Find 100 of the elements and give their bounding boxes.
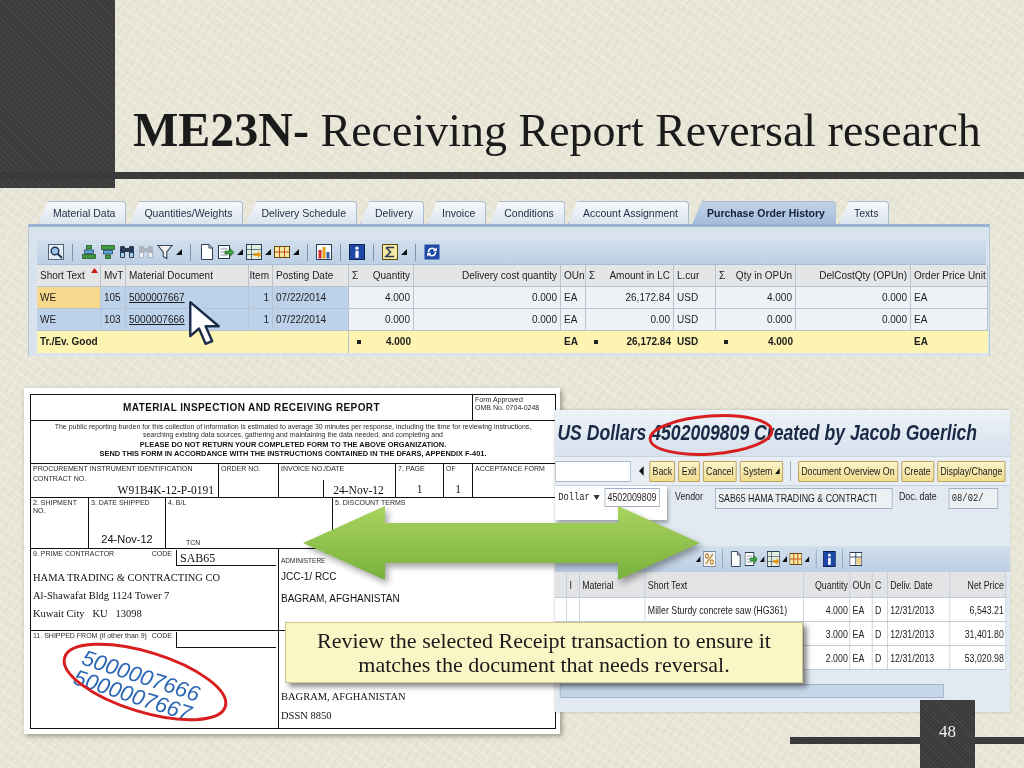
total-value: 26,172.84	[626, 337, 671, 347]
sum-icon[interactable]	[382, 244, 398, 260]
funnel-icon[interactable]	[157, 244, 173, 260]
document-link[interactable]: 5000007666	[129, 314, 185, 325]
table-cell: 4.000	[349, 287, 414, 309]
toolbar-button[interactable]: Display/Change	[937, 460, 1006, 482]
binoculars-icon[interactable]	[119, 244, 135, 260]
address-line: HAMA TRADING & CONTRACTING CO	[33, 571, 221, 585]
document-number-field[interactable]: 4502009809	[604, 488, 660, 507]
spreadsheet-icon[interactable]	[246, 244, 262, 260]
address-line: Kuwait City KU 13098	[33, 607, 142, 621]
toolbar-button[interactable]: Cancel	[702, 460, 737, 482]
caret-icon[interactable]	[265, 249, 271, 255]
caret-icon[interactable]	[401, 249, 407, 255]
toolbar-button[interactable]: Create	[901, 460, 934, 482]
grid-icon[interactable]	[789, 551, 803, 567]
caret-icon[interactable]	[804, 556, 810, 562]
column-header[interactable]: Material Document	[126, 265, 249, 287]
column-header[interactable]: L.cur	[674, 265, 716, 287]
command-field[interactable]	[555, 460, 631, 482]
column-header[interactable]: C	[872, 572, 888, 598]
column-header[interactable]: OUn	[561, 265, 586, 287]
address-line: DSSN 8850	[281, 709, 332, 723]
caret-icon[interactable]	[293, 249, 299, 255]
column-header[interactable]: DelCostQty (OPUn)	[796, 265, 911, 287]
toolbar-button[interactable]: Back	[649, 460, 676, 482]
tab[interactable]: Quantities/Weights	[129, 201, 244, 224]
field-label: Doc. date	[899, 491, 938, 502]
tab[interactable]: Texts	[838, 201, 890, 224]
table-cell: EA	[911, 309, 988, 331]
magnifier-icon[interactable]	[48, 244, 64, 260]
table-cell-text: Miller Sturdy concrete saw (HG361)	[646, 602, 789, 618]
total-value: EA	[564, 337, 578, 347]
column-header[interactable]: MvT	[101, 265, 126, 287]
column-header[interactable]: Σ Qty in OPUn	[716, 265, 796, 287]
page-icon[interactable]	[199, 244, 215, 260]
column-header[interactable]: Delivery cost quantity	[414, 265, 561, 287]
table-cell-text: 12/31/2013	[889, 626, 936, 642]
column-header[interactable]: Material	[579, 572, 646, 598]
export-icon[interactable]	[218, 244, 234, 260]
tab[interactable]: Account Assignment	[567, 201, 689, 224]
column-header[interactable]: Deliv. Date	[887, 572, 951, 598]
left-arrow-icon[interactable]	[639, 466, 644, 476]
caret-icon	[774, 468, 780, 474]
caret-icon[interactable]	[176, 249, 182, 255]
export-icon[interactable]	[744, 551, 758, 567]
column-header[interactable]: Σ Quantity	[349, 265, 414, 287]
table-cell: 4.000	[716, 287, 796, 309]
column-header[interactable]: Quantity	[803, 572, 851, 598]
sum-symbol: Σ	[719, 270, 726, 281]
caret-icon[interactable]	[759, 556, 765, 562]
column-header[interactable]: OUn	[850, 572, 873, 598]
sort-ascending-icon[interactable]	[81, 244, 97, 260]
total-value: EA	[914, 337, 928, 347]
toolbar-button[interactable]: Exit	[678, 460, 700, 482]
column-header[interactable]: Net Price	[950, 572, 1007, 598]
sort-descending-icon[interactable]	[100, 244, 116, 260]
tab[interactable]: Delivery Schedule	[246, 201, 358, 224]
bar-chart-icon[interactable]	[316, 244, 332, 260]
caret-icon[interactable]	[695, 556, 701, 562]
table-cell-text: 31,401.80	[963, 626, 1005, 642]
column-header[interactable]: Short Text	[645, 572, 804, 598]
info-icon[interactable]	[349, 244, 365, 260]
toolbar-button[interactable]: Document Overview On	[798, 460, 898, 482]
column-header[interactable]: I	[567, 572, 580, 598]
table-cell: 07/22/2014	[273, 309, 349, 331]
tab[interactable]: Conditions	[489, 201, 565, 224]
column-header[interactable]: Posting Date	[273, 265, 349, 287]
refresh-icon[interactable]	[424, 244, 440, 260]
column-header[interactable]: Short Text	[37, 265, 101, 287]
table-cell-text: 3.000	[824, 626, 849, 642]
tab[interactable]: Material Data	[38, 201, 127, 224]
info-icon[interactable]	[823, 551, 836, 567]
column-header[interactable]: Σ Amount in LC	[586, 265, 674, 287]
horizontal-scrollbar[interactable]	[559, 684, 944, 698]
document-link[interactable]: 5000007667	[129, 292, 185, 303]
column-header[interactable]: Item	[249, 265, 273, 287]
bullet-icon	[357, 340, 361, 344]
vendor-field[interactable]: SAB65 HAMA TRADING & CONTRACTI	[715, 488, 893, 509]
form-title: MATERIAL INSPECTION AND RECEIVING REPORT	[123, 402, 380, 413]
currency-dropdown[interactable]: Dollar	[557, 488, 601, 507]
table-cell: 0.000	[716, 309, 796, 331]
caret-icon[interactable]	[782, 556, 787, 562]
field-value: 1	[455, 482, 461, 496]
bullet-icon	[594, 340, 598, 344]
table-cell: 105	[101, 287, 126, 309]
tab[interactable]: Invoice	[426, 201, 487, 224]
tab[interactable]: Purchase Order History	[692, 201, 836, 224]
toolbar-button[interactable]: System	[739, 460, 783, 482]
caret-icon[interactable]	[237, 249, 243, 255]
date-field[interactable]: 08/02/	[948, 488, 999, 509]
table-cell-text: D	[874, 650, 883, 666]
total-value: 4.000	[385, 337, 411, 347]
two-pane-icon[interactable]	[849, 551, 863, 567]
page-icon[interactable]	[729, 551, 743, 567]
sum-symbol: Σ	[352, 270, 359, 281]
grid-icon[interactable]	[274, 244, 290, 260]
tab[interactable]: Delivery	[360, 201, 424, 224]
column-header[interactable]: Order Price Unit	[911, 265, 988, 287]
spreadsheet-icon[interactable]	[767, 551, 780, 567]
